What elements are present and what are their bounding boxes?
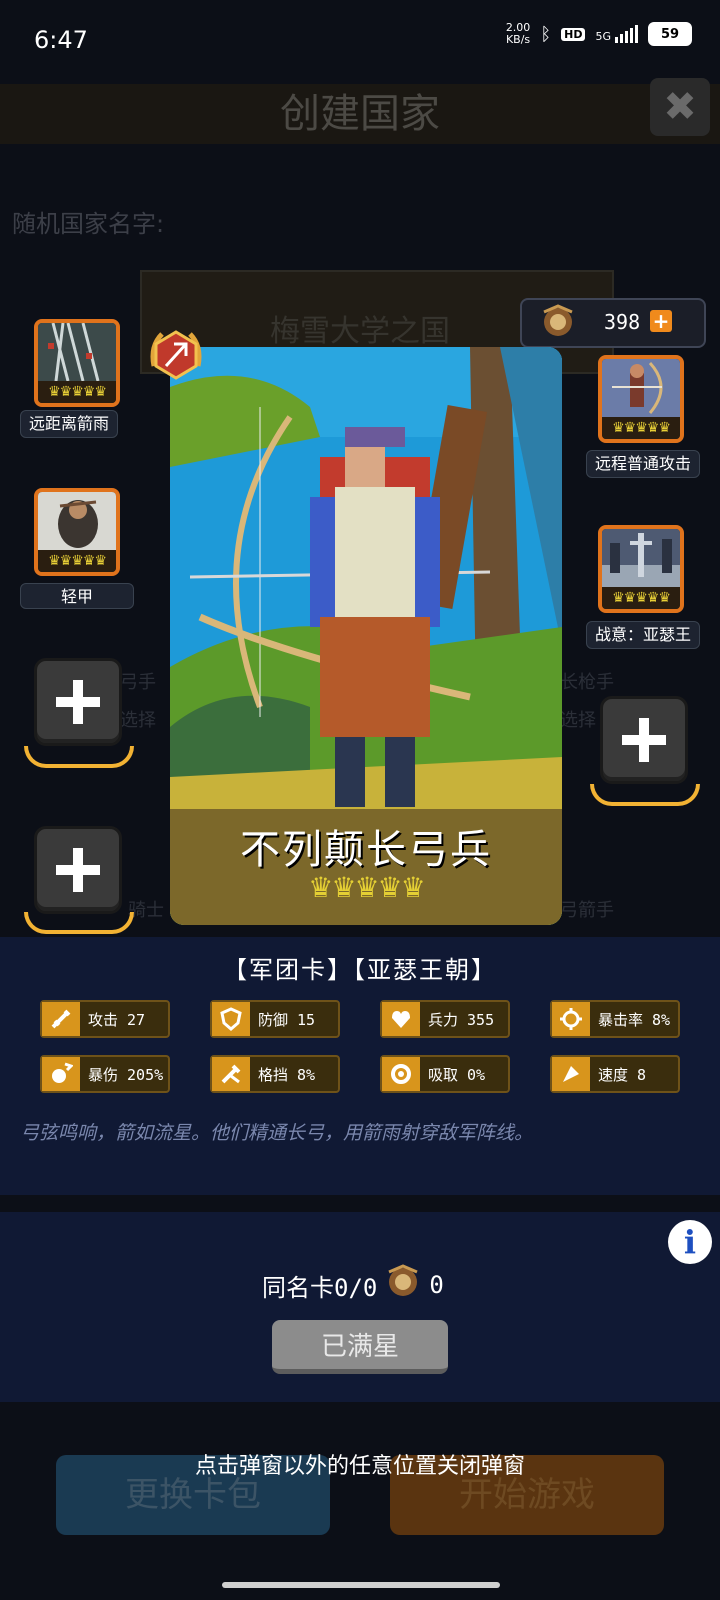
parry-icon xyxy=(212,1057,250,1091)
stat-lifesteal: 吸取 0% xyxy=(380,1055,510,1093)
card-name: 不列颠长弓兵 xyxy=(240,827,492,873)
stat-attack: 攻击 27 xyxy=(40,1000,170,1038)
crit-rate-icon xyxy=(552,1002,590,1036)
status-bar: 6:47 2.00 KB/s ᛒ HD 5G 59 xyxy=(0,0,720,84)
close-button[interactable]: ✖ xyxy=(650,78,710,136)
close-icon: ✖ xyxy=(663,84,697,130)
stat-crit-damage: 暴伤 205% xyxy=(40,1055,170,1093)
max-star-button[interactable]: 已满星 xyxy=(272,1320,448,1374)
battery-icon: 59 xyxy=(648,22,692,46)
bluetooth-icon: ᛒ xyxy=(540,23,552,45)
bg-slot-label: 弓手 xyxy=(120,672,156,693)
duplicate-card-count: 同名卡0/0 0 xyxy=(262,1264,444,1306)
slot-pedestal xyxy=(24,746,134,768)
skill-label: 轻甲 xyxy=(20,583,134,609)
lifesteal-icon xyxy=(382,1057,420,1091)
skill-slot[interactable]: ♛♛♛♛♛ xyxy=(598,355,684,443)
stat-troops: 兵力 355 xyxy=(380,1000,510,1038)
archer-class-badge-icon xyxy=(146,326,206,386)
close-hint: 点击弹窗以外的任意位置关闭弹窗 xyxy=(194,1454,525,1479)
bg-slot-label: 选择 xyxy=(120,710,156,731)
skill-label: 战意：亚瑟王 xyxy=(586,621,701,649)
crit-damage-icon xyxy=(42,1057,80,1091)
card-tags: 【军团卡】【亚瑟王朝】 xyxy=(223,956,497,984)
arrow-rain-icon xyxy=(38,323,116,382)
card-description: 弓弦鸣响，箭如流星。他们精通长弓，用箭雨射穿敌军阵线。 xyxy=(20,1122,534,1144)
ranged-attack-icon xyxy=(602,359,680,417)
skill-slot[interactable]: ♛♛♛♛♛ xyxy=(34,319,120,407)
bg-slot-label: 选择 xyxy=(560,710,596,731)
laurel-emblem-icon xyxy=(538,304,578,340)
currency-display: 398 + xyxy=(520,298,706,348)
home-indicator[interactable] xyxy=(222,1582,500,1588)
bg-slot-label: 弓箭手 xyxy=(560,900,614,921)
battle-will-king-arthur-icon xyxy=(602,529,680,587)
shield-icon xyxy=(212,1002,250,1036)
hd-icon: HD xyxy=(561,27,586,41)
add-currency-button[interactable]: + xyxy=(650,310,672,332)
stat-parry: 格挡 8% xyxy=(210,1055,340,1093)
duplicate-count: 0 xyxy=(429,1271,444,1299)
net-speed: 2.00 KB/s xyxy=(505,21,531,46)
heart-icon xyxy=(382,1002,420,1036)
plus-icon xyxy=(56,848,100,892)
laurel-emblem-icon xyxy=(383,1264,423,1306)
stat-defense: 防御 15 xyxy=(210,1000,340,1038)
skill-label: 远程普通攻击 xyxy=(586,450,701,478)
light-armor-icon xyxy=(38,492,116,550)
random-name-label: 随机国家名字: xyxy=(12,210,165,238)
skill-slot[interactable]: ♛♛♛♛♛ xyxy=(34,488,120,576)
stat-speed: 速度 8 xyxy=(550,1055,680,1093)
skill-label: 远距离箭雨 xyxy=(20,410,119,438)
signal-icon: 5G xyxy=(595,25,638,43)
add-skill-button[interactable] xyxy=(34,826,122,914)
add-skill-button[interactable] xyxy=(600,696,688,784)
slot-pedestal xyxy=(590,784,700,806)
status-icons: 2.00 KB/s ᛒ HD 5G 59 xyxy=(506,22,692,46)
info-button[interactable]: i xyxy=(668,1220,712,1264)
skill-slot[interactable]: ♛♛♛♛♛ xyxy=(598,525,684,613)
card-star-rating: ♛♛♛♛♛ xyxy=(308,871,426,904)
speed-icon xyxy=(552,1057,590,1091)
status-time: 6:47 xyxy=(34,26,88,54)
stat-crit-rate: 暴击率 8% xyxy=(550,1000,680,1038)
currency-amount: 398 xyxy=(604,310,641,334)
info-icon: i xyxy=(683,1223,697,1261)
bg-slot-label: 骑士 xyxy=(128,900,164,921)
sword-icon xyxy=(42,1002,80,1036)
plus-icon xyxy=(56,680,100,724)
unit-card: 不列颠长弓兵 ♛♛♛♛♛ xyxy=(170,347,562,925)
duplicate-label: 同名卡0/0 xyxy=(262,1273,378,1302)
bg-slot-label: 长枪手 xyxy=(560,672,614,693)
page-title: 创建国家 xyxy=(0,84,720,144)
add-skill-button[interactable] xyxy=(34,658,122,746)
plus-icon xyxy=(622,718,666,762)
slot-pedestal xyxy=(24,912,134,934)
